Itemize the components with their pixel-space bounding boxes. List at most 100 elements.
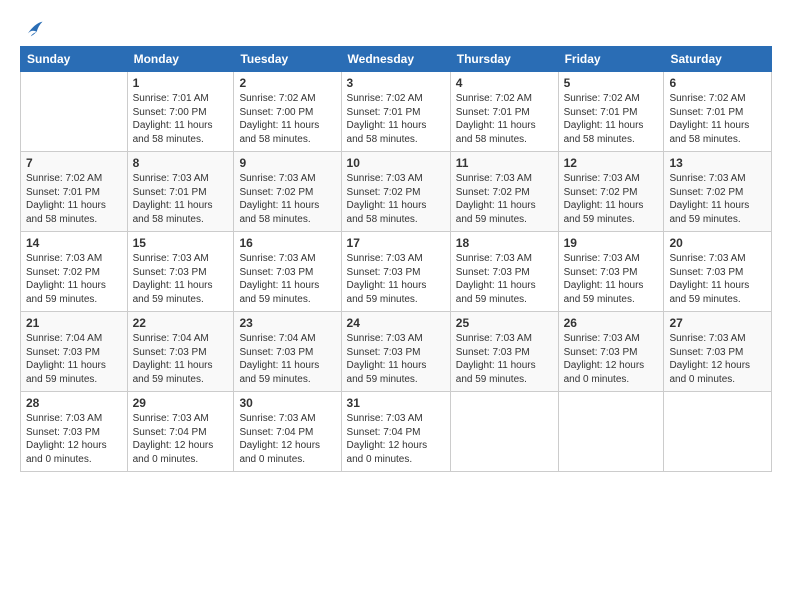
calendar-cell: 22 Sunrise: 7:04 AMSunset: 7:03 PMDayligh… — [127, 312, 234, 392]
calendar-cell: 17 Sunrise: 7:03 AMSunset: 7:03 PMDayligh… — [341, 232, 450, 312]
calendar-header-sunday: Sunday — [21, 47, 128, 72]
calendar-cell: 12Sunrise: 7:03 AMSunset: 7:02 PMDayligh… — [558, 152, 664, 232]
day-info: Sunrise: 7:03 AMSunset: 7:02 PMDaylight:… — [456, 172, 553, 226]
day-info: Sunrise: 7:04 AMSunset: 7:03 PMDaylight:… — [26, 332, 122, 386]
calendar-cell: 31 Sunrise: 7:03 AMSunset: 7:04 PMDayligh… — [341, 392, 450, 472]
day-number: 15 — [133, 236, 229, 250]
calendar-cell: 1 Sunrise: 7:01 AMSunset: 7:00 PMDaylight… — [127, 72, 234, 152]
calendar-cell: 25 Sunrise: 7:03 AMSunset: 7:03 PMDayligh… — [450, 312, 558, 392]
day-number: 6 — [669, 76, 766, 90]
day-info: Sunrise: 7:03 AMSunset: 7:03 PMDaylight:… — [239, 252, 335, 306]
day-info: Sunrise: 7:03 AMSunset: 7:03 PMDaylight:… — [133, 252, 229, 306]
day-info: Sunrise: 7:03 AMSunset: 7:03 PMDaylight:… — [669, 332, 766, 386]
logo — [20, 18, 44, 36]
day-number: 28 — [26, 396, 122, 410]
day-info: Sunrise: 7:01 AMSunset: 7:00 PMDaylight:… — [133, 92, 229, 146]
day-info: Sunrise: 7:03 AMSunset: 7:04 PMDaylight:… — [133, 412, 229, 466]
calendar-cell: 14 Sunrise: 7:03 AMSunset: 7:02 PMDayligh… — [21, 232, 128, 312]
calendar-header-monday: Monday — [127, 47, 234, 72]
header — [20, 18, 772, 36]
day-info: Sunrise: 7:03 AMSunset: 7:03 PMDaylight:… — [347, 332, 445, 386]
day-number: 12 — [564, 156, 659, 170]
day-number: 17 — [347, 236, 445, 250]
page: SundayMondayTuesdayWednesdayThursdayFrid… — [0, 0, 792, 612]
calendar-cell: 19 Sunrise: 7:03 AMSunset: 7:03 PMDayligh… — [558, 232, 664, 312]
calendar-table: SundayMondayTuesdayWednesdayThursdayFrid… — [20, 46, 772, 472]
calendar-cell: 11 Sunrise: 7:03 AMSunset: 7:02 PMDayligh… — [450, 152, 558, 232]
day-info: Sunrise: 7:03 AMSunset: 7:03 PMDaylight:… — [456, 252, 553, 306]
day-number: 21 — [26, 316, 122, 330]
calendar-cell: 6 Sunrise: 7:02 AMSunset: 7:01 PMDaylight… — [664, 72, 772, 152]
day-info: Sunrise: 7:02 AMSunset: 7:01 PMDaylight:… — [669, 92, 766, 146]
day-number: 26 — [564, 316, 659, 330]
day-info: Sunrise: 7:03 AMSunset: 7:03 PMDaylight:… — [456, 332, 553, 386]
day-number: 31 — [347, 396, 445, 410]
calendar-cell: 23 Sunrise: 7:04 AMSunset: 7:03 PMDayligh… — [234, 312, 341, 392]
calendar-header-friday: Friday — [558, 47, 664, 72]
day-info: Sunrise: 7:04 AMSunset: 7:03 PMDaylight:… — [133, 332, 229, 386]
day-number: 5 — [564, 76, 659, 90]
day-info: Sunrise: 7:02 AMSunset: 7:00 PMDaylight:… — [239, 92, 335, 146]
day-number: 10 — [347, 156, 445, 170]
day-info: Sunrise: 7:02 AMSunset: 7:01 PMDaylight:… — [347, 92, 445, 146]
calendar-header-row: SundayMondayTuesdayWednesdayThursdayFrid… — [21, 47, 772, 72]
day-info: Sunrise: 7:03 AMSunset: 7:02 PMDaylight:… — [26, 252, 122, 306]
day-info: Sunrise: 7:03 AMSunset: 7:03 PMDaylight:… — [564, 332, 659, 386]
day-number: 23 — [239, 316, 335, 330]
calendar-cell: 13Sunrise: 7:03 AMSunset: 7:02 PMDayligh… — [664, 152, 772, 232]
day-number: 4 — [456, 76, 553, 90]
day-info: Sunrise: 7:03 AMSunset: 7:04 PMDaylight:… — [239, 412, 335, 466]
calendar-cell: 30 Sunrise: 7:03 AMSunset: 7:04 PMDayligh… — [234, 392, 341, 472]
calendar-cell — [21, 72, 128, 152]
calendar-week-3: 14 Sunrise: 7:03 AMSunset: 7:02 PMDayligh… — [21, 232, 772, 312]
calendar-week-1: 1 Sunrise: 7:01 AMSunset: 7:00 PMDaylight… — [21, 72, 772, 152]
calendar-cell: 29Sunrise: 7:03 AMSunset: 7:04 PMDayligh… — [127, 392, 234, 472]
day-number: 2 — [239, 76, 335, 90]
calendar-cell: 8Sunrise: 7:03 AMSunset: 7:01 PMDaylight… — [127, 152, 234, 232]
day-info: Sunrise: 7:02 AMSunset: 7:01 PMDaylight:… — [456, 92, 553, 146]
day-number: 30 — [239, 396, 335, 410]
day-number: 11 — [456, 156, 553, 170]
calendar-header-wednesday: Wednesday — [341, 47, 450, 72]
calendar-cell — [450, 392, 558, 472]
calendar-cell: 18 Sunrise: 7:03 AMSunset: 7:03 PMDayligh… — [450, 232, 558, 312]
calendar-cell — [558, 392, 664, 472]
day-number: 9 — [239, 156, 335, 170]
logo-bird-icon — [22, 18, 44, 40]
day-number: 24 — [347, 316, 445, 330]
day-info: Sunrise: 7:04 AMSunset: 7:03 PMDaylight:… — [239, 332, 335, 386]
calendar-cell: 24 Sunrise: 7:03 AMSunset: 7:03 PMDayligh… — [341, 312, 450, 392]
calendar-cell: 4 Sunrise: 7:02 AMSunset: 7:01 PMDaylight… — [450, 72, 558, 152]
calendar-cell: 15 Sunrise: 7:03 AMSunset: 7:03 PMDayligh… — [127, 232, 234, 312]
calendar-cell: 5 Sunrise: 7:02 AMSunset: 7:01 PMDaylight… — [558, 72, 664, 152]
day-number: 22 — [133, 316, 229, 330]
day-number: 16 — [239, 236, 335, 250]
calendar-cell: 28 Sunrise: 7:03 AMSunset: 7:03 PMDayligh… — [21, 392, 128, 472]
day-number: 1 — [133, 76, 229, 90]
day-info: Sunrise: 7:03 AMSunset: 7:02 PMDaylight:… — [239, 172, 335, 226]
day-info: Sunrise: 7:03 AMSunset: 7:02 PMDaylight:… — [347, 172, 445, 226]
day-number: 14 — [26, 236, 122, 250]
calendar-header-thursday: Thursday — [450, 47, 558, 72]
day-info: Sunrise: 7:02 AMSunset: 7:01 PMDaylight:… — [564, 92, 659, 146]
day-number: 18 — [456, 236, 553, 250]
day-number: 25 — [456, 316, 553, 330]
calendar-cell: 21 Sunrise: 7:04 AMSunset: 7:03 PMDayligh… — [21, 312, 128, 392]
calendar-cell: 20Sunrise: 7:03 AMSunset: 7:03 PMDayligh… — [664, 232, 772, 312]
day-info: Sunrise: 7:03 AMSunset: 7:01 PMDaylight:… — [133, 172, 229, 226]
day-info: Sunrise: 7:02 AMSunset: 7:01 PMDaylight:… — [26, 172, 122, 226]
calendar-header-tuesday: Tuesday — [234, 47, 341, 72]
calendar-cell: 9 Sunrise: 7:03 AMSunset: 7:02 PMDaylight… — [234, 152, 341, 232]
day-info: Sunrise: 7:03 AMSunset: 7:03 PMDaylight:… — [347, 252, 445, 306]
day-number: 7 — [26, 156, 122, 170]
calendar-week-5: 28 Sunrise: 7:03 AMSunset: 7:03 PMDayligh… — [21, 392, 772, 472]
day-info: Sunrise: 7:03 AMSunset: 7:03 PMDaylight:… — [564, 252, 659, 306]
day-info: Sunrise: 7:03 AMSunset: 7:02 PMDaylight:… — [669, 172, 766, 226]
day-info: Sunrise: 7:03 AMSunset: 7:04 PMDaylight:… — [347, 412, 445, 466]
calendar-cell: 3Sunrise: 7:02 AMSunset: 7:01 PMDaylight… — [341, 72, 450, 152]
day-number: 19 — [564, 236, 659, 250]
day-number: 20 — [669, 236, 766, 250]
day-number: 27 — [669, 316, 766, 330]
day-info: Sunrise: 7:03 AMSunset: 7:03 PMDaylight:… — [26, 412, 122, 466]
calendar-cell: 10 Sunrise: 7:03 AMSunset: 7:02 PMDayligh… — [341, 152, 450, 232]
